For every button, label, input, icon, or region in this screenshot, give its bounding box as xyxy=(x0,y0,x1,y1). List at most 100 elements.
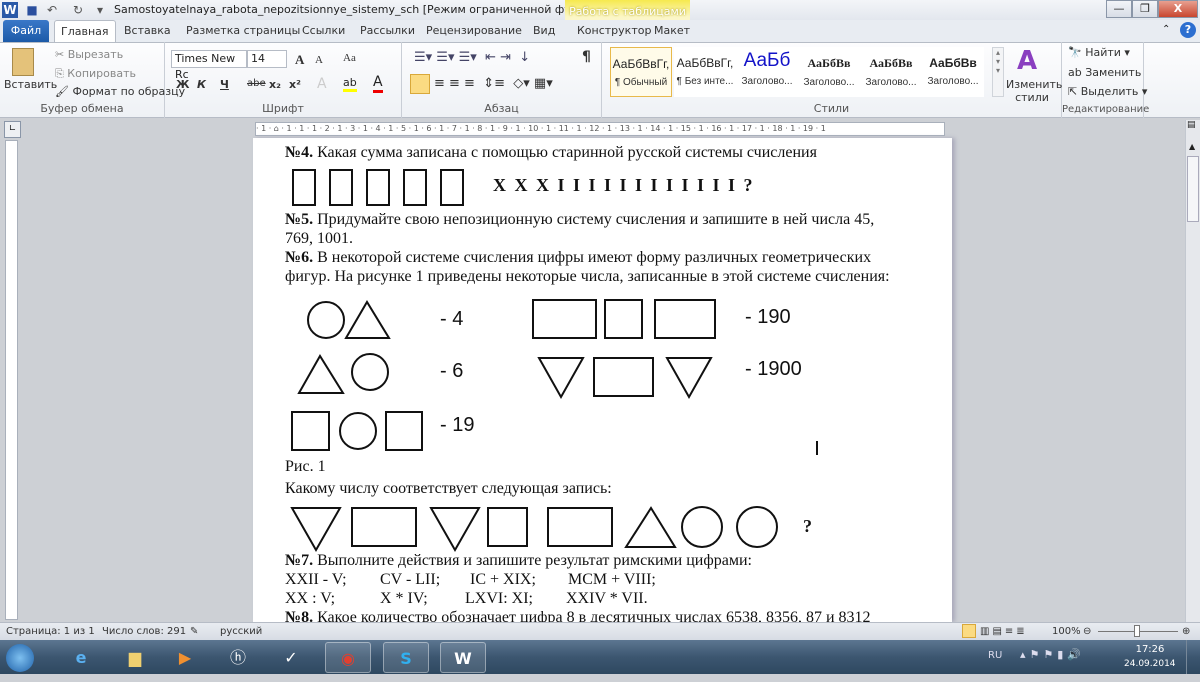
page-count[interactable]: Страница: 1 из 1 xyxy=(6,626,95,637)
scroll-up-arrow[interactable]: ▲ xyxy=(1189,142,1195,151)
style-heading-3[interactable]: АаБбВв Заголово... xyxy=(860,47,922,97)
change-styles-icon: A xyxy=(1017,46,1038,76)
app-checkmark-icon[interactable]: ✓ xyxy=(268,642,314,673)
align-buttons[interactable]: ≡ ≡ ≡ ⇕≡ ◇▾ ▦▾ xyxy=(434,76,553,91)
text-effects-icon[interactable]: A xyxy=(317,76,327,92)
tray-icons[interactable]: ▴⚑⚑▮🔊 xyxy=(1020,648,1085,661)
show-formatting-button[interactable]: ¶ xyxy=(582,49,591,65)
change-styles-button[interactable]: Изменить стили xyxy=(1006,78,1062,104)
vertical-scrollbar[interactable]: ▤ ▲ xyxy=(1185,120,1200,622)
paste-button[interactable]: Вставить xyxy=(4,78,57,91)
tab-page-layout[interactable]: Разметка страницы xyxy=(180,20,306,42)
style-normal[interactable]: АаБбВвГг, ¶ Обычный xyxy=(610,47,672,97)
tab-references[interactable]: Ссылки xyxy=(296,20,351,42)
circle-shape xyxy=(681,506,723,548)
zoom-out-button[interactable]: ⊖ xyxy=(1083,626,1091,637)
select-button[interactable]: ⇱ Выделить ▾ xyxy=(1068,85,1147,98)
old-russian-digit xyxy=(403,169,427,206)
zoom-slider-handle[interactable] xyxy=(1134,625,1140,637)
replace-button[interactable]: ab Заменить xyxy=(1068,66,1141,79)
close-button[interactable]: X xyxy=(1158,0,1198,18)
internet-explorer-icon[interactable]: e xyxy=(58,642,104,673)
skype-icon[interactable]: S xyxy=(383,642,429,673)
tab-layout[interactable]: Макет xyxy=(648,20,696,42)
style-name: Заголово... xyxy=(927,76,979,87)
scroll-thumb[interactable] xyxy=(1187,156,1199,222)
align-left-button[interactable] xyxy=(410,74,430,94)
minimize-ribbon-icon[interactable]: ⌃ xyxy=(1162,24,1170,35)
old-russian-digit xyxy=(366,169,390,206)
rectangle-shape xyxy=(654,299,716,339)
font-size-select[interactable]: 14 xyxy=(247,50,287,68)
tab-review[interactable]: Рецензирование xyxy=(420,20,528,42)
customize-qat-icon[interactable]: ▾ xyxy=(92,2,108,18)
style-heading-4[interactable]: АаБбВв Заголово... xyxy=(922,47,984,97)
zoom-in-button[interactable]: ⊕ xyxy=(1182,626,1190,637)
font-color-icon[interactable]: A xyxy=(373,74,383,93)
clock-time[interactable]: 17:26 xyxy=(1130,644,1170,655)
change-case-button[interactable]: Aa xyxy=(343,52,356,64)
restore-button[interactable]: ❐ xyxy=(1132,0,1158,18)
old-russian-digit xyxy=(440,169,464,206)
tab-insert[interactable]: Вставка xyxy=(118,20,177,42)
q5-number: №5. xyxy=(285,211,314,228)
minimize-button[interactable]: — xyxy=(1106,0,1132,18)
square-shape xyxy=(291,411,330,451)
clock-date[interactable]: 24.09.2014 xyxy=(1124,659,1176,669)
tab-file[interactable]: Файл xyxy=(3,20,49,42)
style-no-spacing[interactable]: АаБбВвГг, ¶ Без инте... xyxy=(674,47,736,97)
underline-button[interactable]: Ч xyxy=(220,78,229,91)
word-count[interactable]: Число слов: 291 xyxy=(102,626,186,637)
input-language[interactable]: RU xyxy=(988,650,1002,661)
save-icon[interactable]: ■ xyxy=(24,2,40,18)
copy-button[interactable]: ⎘ Копировать xyxy=(55,67,136,81)
horizontal-ruler[interactable]: · 1 · ⌂ · 1 · 1 · 1 · 2 · 1 · 3 · 1 · 4 … xyxy=(255,122,945,136)
bold-button[interactable]: Ж xyxy=(176,78,189,91)
shrink-font-button[interactable]: A xyxy=(315,54,323,66)
show-desktop-button[interactable] xyxy=(1186,640,1200,674)
redo-icon[interactable]: ↻ xyxy=(70,2,86,18)
style-sample: АаБбВв xyxy=(929,56,977,70)
document-page[interactable]: №4. Какая сумма записана с помощью стари… xyxy=(253,138,952,626)
q4-expression: X X X I I I I I I I I I I I I ? xyxy=(493,175,755,195)
find-button[interactable]: 🔭 Найти ▾ xyxy=(1068,46,1130,59)
chrome-icon[interactable]: ◉ xyxy=(325,642,371,673)
zoom-level[interactable]: 100% xyxy=(1052,626,1081,637)
style-heading-2[interactable]: АаБбВв Заголово... xyxy=(798,47,860,97)
editing-group-label: Редактирование xyxy=(1062,104,1150,115)
style-heading-1[interactable]: АаБб Заголово... xyxy=(736,47,798,97)
print-layout-view-button[interactable] xyxy=(962,624,976,638)
tab-stop-selector[interactable]: ∟ xyxy=(4,121,21,138)
list-icons[interactable]: ☰▾ ☰▾ ☰▾ ⇤ ⇥ ↓ xyxy=(414,50,530,65)
tab-home[interactable]: Главная xyxy=(54,20,116,42)
grow-font-button[interactable]: A xyxy=(295,52,304,68)
styles-scroll[interactable]: ▴ ▾ ▾ xyxy=(992,47,1004,97)
start-button[interactable] xyxy=(0,642,40,673)
triangle-down-shape xyxy=(429,507,481,553)
subscript-button[interactable]: x₂ xyxy=(269,78,281,91)
superscript-button[interactable]: x² xyxy=(289,78,301,91)
language[interactable]: русский xyxy=(220,626,262,637)
square-shape xyxy=(487,507,528,547)
cut-button[interactable]: ✂ Вырезать xyxy=(55,48,123,61)
undo-icon[interactable]: ↶ xyxy=(44,2,60,18)
copy-label: Копировать xyxy=(67,67,137,80)
vertical-ruler[interactable] xyxy=(5,140,18,620)
strikethrough-button[interactable]: abe xyxy=(247,78,266,89)
view-buttons[interactable]: ▥▤≡≣ xyxy=(980,626,1028,637)
tab-view[interactable]: Вид xyxy=(527,20,561,42)
tab-design[interactable]: Конструктор xyxy=(571,20,657,42)
media-player-icon[interactable]: ▶ xyxy=(162,642,208,673)
hp-icon[interactable]: ⓗ xyxy=(215,642,261,673)
help-icon[interactable]: ? xyxy=(1180,22,1196,38)
proofing-icon[interactable]: ✎ xyxy=(190,626,198,637)
ruler-toggle-icon[interactable]: ▤ xyxy=(1187,120,1196,130)
explorer-icon[interactable]: ▆ xyxy=(112,642,158,673)
highlight-icon[interactable]: ab xyxy=(343,76,357,92)
tab-mailings[interactable]: Рассылки xyxy=(354,20,421,42)
italic-button[interactable]: К xyxy=(197,78,206,91)
word-taskbar-icon[interactable]: W xyxy=(440,642,486,673)
q7-expression: LXVI: XI; xyxy=(465,590,533,607)
font-name-select[interactable]: Times New Rc xyxy=(171,50,247,81)
circle-shape xyxy=(339,412,377,450)
